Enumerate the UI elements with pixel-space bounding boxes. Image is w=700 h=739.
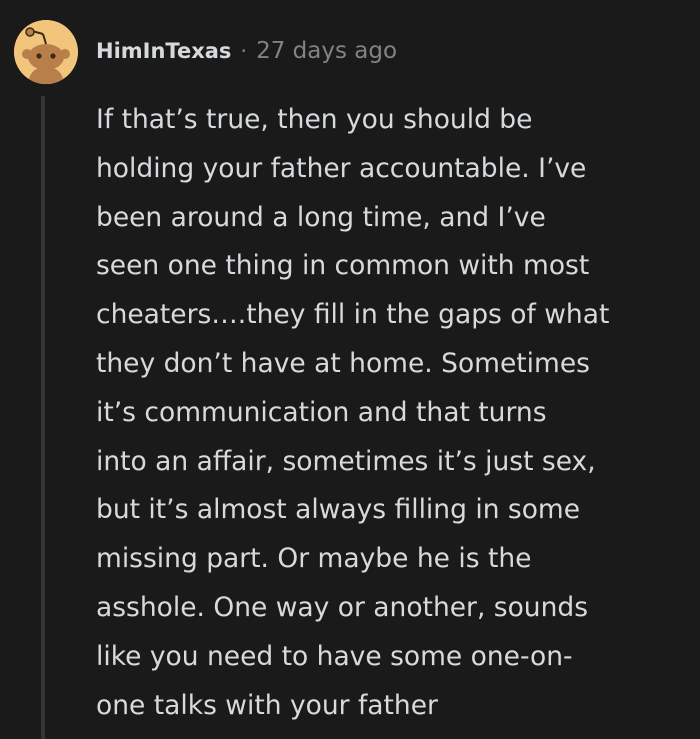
comment-body-line: asshole. One way or another, sounds xyxy=(96,591,589,623)
comment-body-line: into an affair, sometimes it’s just sex, xyxy=(96,445,596,477)
comment-body-line: it’s communication and that turns xyxy=(96,396,547,428)
meta-separator: · xyxy=(240,39,248,63)
comment-body-line: If that’s true, then you should be xyxy=(96,104,533,135)
comment-body-line: missing part. Or maybe he is the xyxy=(96,543,532,575)
comment-body-line: been around a long time, and I’ve xyxy=(96,201,546,233)
snoo-avatar-icon xyxy=(14,20,78,84)
comment-body-line: but it’s almost always filling in some xyxy=(96,494,581,526)
avatar[interactable] xyxy=(14,20,78,84)
comment-body: If that’s true, then you should be holdi… xyxy=(96,96,686,730)
comment: HimInTexas · 27 days ago If that’s true,… xyxy=(0,0,700,739)
comment-body-line: one talks with your father xyxy=(96,689,438,721)
comment-body-line: cheaters….they fill in the gaps of what xyxy=(96,299,610,331)
comment-body-line: they don’t have at home. Sometimes xyxy=(96,347,590,379)
comment-body-line: like you need to have some one-on- xyxy=(96,640,573,672)
comment-header: HimInTexas · 27 days ago xyxy=(96,38,397,64)
thread-collapse-line[interactable] xyxy=(41,96,45,739)
username-link[interactable]: HimInTexas xyxy=(96,39,231,63)
comment-body-line: seen one thing in common with most xyxy=(96,250,590,282)
timestamp-link[interactable]: 27 days ago xyxy=(256,38,397,64)
comment-body-line: holding your father accountable. I’ve xyxy=(96,152,587,184)
